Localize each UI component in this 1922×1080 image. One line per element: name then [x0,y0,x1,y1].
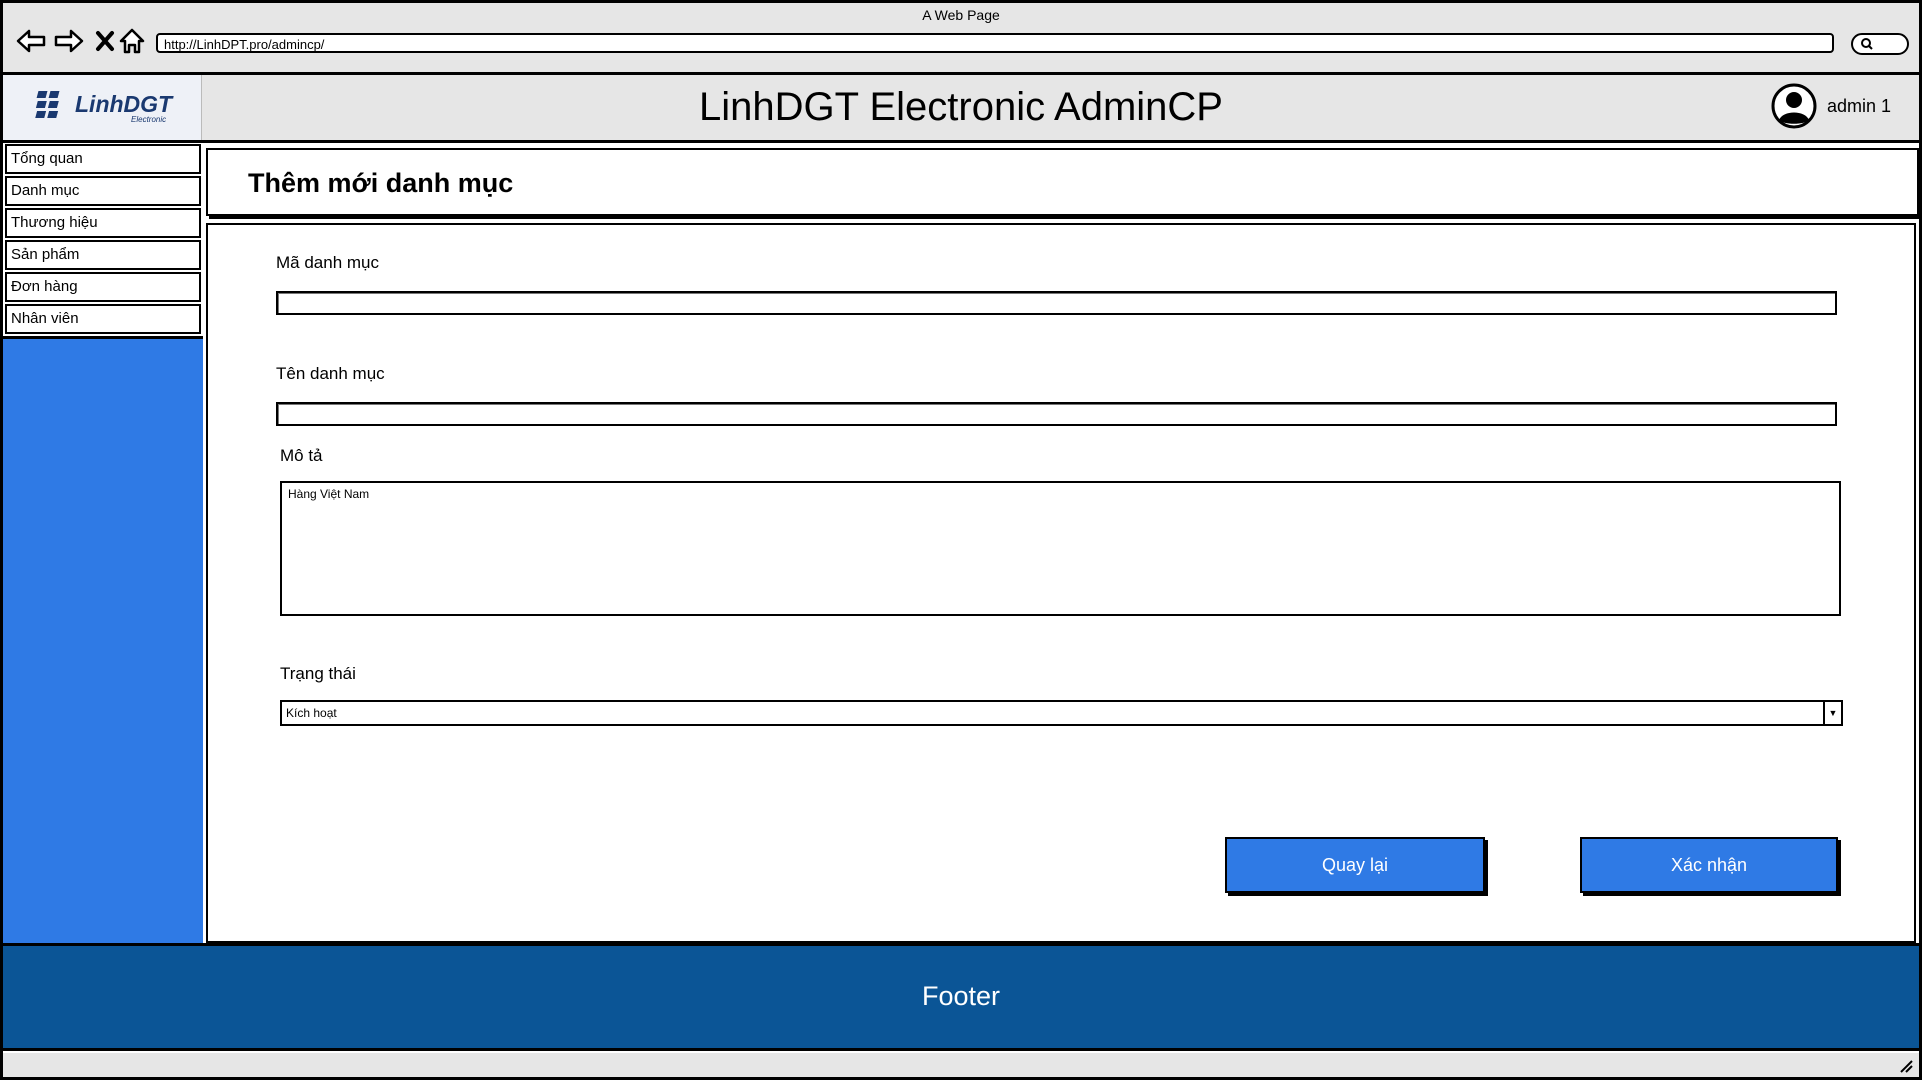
status-selected-value: Kích hoạt [286,706,337,720]
resize-grip-icon[interactable] [1897,1057,1913,1073]
sidebar-item-categories[interactable]: Danh mục [5,176,201,206]
window-title: A Web Page [922,7,1000,23]
category-name-label: Tên danh mục [276,364,385,383]
category-form: Mã danh mục Tên danh mục Mô tả Hàng Việt… [206,223,1916,943]
home-icon[interactable] [116,25,148,57]
page-title: Thêm mới danh mục [248,168,514,198]
back-arrow-icon[interactable] [15,25,47,57]
sidebar-item-orders[interactable]: Đơn hàng [5,272,201,302]
confirm-button[interactable]: Xác nhận [1580,837,1838,893]
avatar-icon[interactable] [1771,83,1817,129]
description-textarea[interactable]: Hàng Việt Nam [280,481,1841,616]
browser-chrome: A Web Page http://LinhDPT.pro/admincp/ [3,3,1919,75]
sidebar-item-staff[interactable]: Nhân viên [5,304,201,334]
browser-status-bar [3,1053,1919,1077]
category-code-label: Mã danh mục [276,253,379,272]
app-title: LinhDGT Electronic AdminCP [699,85,1223,129]
status-label: Trạng thái [280,664,356,683]
search-icon [1861,38,1873,50]
page-header: Thêm mới danh mục [206,148,1919,216]
sidebar-menu: Tổng quan Danh mục Thương hiệu Sản phẩm … [3,143,203,339]
sidebar: Tổng quan Danh mục Thương hiệu Sản phẩm … [3,143,203,943]
browser-search-box[interactable] [1851,33,1909,55]
browser-window: A Web Page http://LinhDPT.pro/admincp/ L… [0,0,1922,1080]
back-button[interactable]: Quay lại [1225,837,1485,893]
footer-text: Footer [921,981,1001,1011]
sidebar-item-overview[interactable]: Tổng quan [5,144,201,174]
category-code-input[interactable] [276,291,1837,315]
category-name-input[interactable] [276,402,1837,426]
app-header: LinhDGT Electronic LinhDGT Electronic Ad… [3,75,1919,143]
description-label: Mô tả [280,446,323,465]
sidebar-item-products[interactable]: Sản phẩm [5,240,201,270]
footer: Footer [3,943,1919,1051]
forward-arrow-icon[interactable] [53,25,85,57]
chevron-down-icon[interactable]: ▼ [1823,702,1841,724]
address-bar[interactable]: http://LinhDPT.pro/admincp/ [156,33,1834,53]
sidebar-item-brands[interactable]: Thương hiệu [5,208,201,238]
user-name[interactable]: admin 1 [1827,96,1891,117]
status-select[interactable]: Kích hoạt ▼ [280,700,1843,726]
